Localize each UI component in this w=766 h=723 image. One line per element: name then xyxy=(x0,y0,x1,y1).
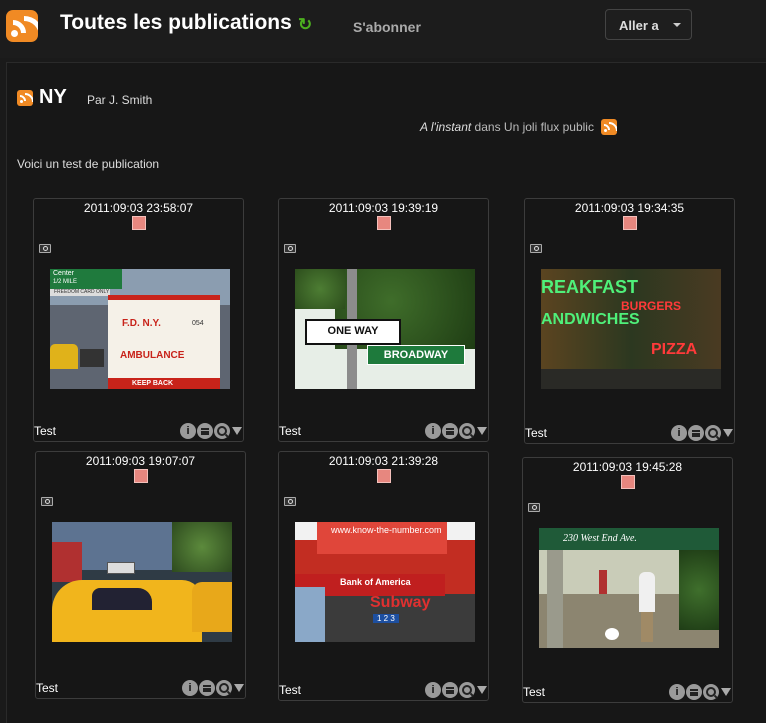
photo-card: 2011:09:03 23:58:07 Center 1/2 MILE FREE… xyxy=(33,198,244,442)
zoom-icon[interactable] xyxy=(214,423,230,439)
publication-author: Par J. Smith xyxy=(87,93,153,107)
menu-arrow-icon[interactable] xyxy=(721,688,731,696)
chevron-down-icon xyxy=(673,23,681,27)
photo-timestamp: 2011:09:03 19:39:19 xyxy=(328,201,439,215)
menu-arrow-icon[interactable] xyxy=(232,427,242,435)
photo-ambulance[interactable]: Center 1/2 MILE FREEDOM CARD ONLY F.D. N… xyxy=(50,269,230,389)
camera-icon xyxy=(284,497,296,506)
feed-name-link[interactable]: Un joli flux public xyxy=(504,120,594,134)
zoom-icon[interactable] xyxy=(459,682,475,698)
location-marker[interactable] xyxy=(621,475,635,489)
photo-broadway[interactable]: ONE WAY BROADWAY xyxy=(295,269,475,389)
zoom-icon[interactable] xyxy=(703,684,719,700)
photo-label: Test xyxy=(279,683,302,697)
list-icon[interactable] xyxy=(197,423,213,439)
publication-title[interactable]: NY xyxy=(39,86,67,109)
zoom-icon[interactable] xyxy=(705,425,721,441)
photo-timestamp: 2011:09:03 19:45:28 xyxy=(572,460,683,474)
info-icon[interactable]: i xyxy=(669,684,685,700)
camera-icon xyxy=(284,244,296,253)
page-title: Toutes les publications xyxy=(60,11,292,34)
top-bar: Toutes les publications ↻ S'abonner Alle… xyxy=(0,0,766,58)
list-icon[interactable] xyxy=(442,423,458,439)
photo-label: Test xyxy=(36,681,59,695)
photo-label: Test xyxy=(523,685,546,699)
zoom-icon[interactable] xyxy=(216,680,232,696)
photo-card: 2011:09:03 19:34:35 REAKFAST ANDWICHES B… xyxy=(524,198,735,444)
list-icon[interactable] xyxy=(686,684,702,700)
photo-subway[interactable]: www.know-the-number.com Bank of America … xyxy=(295,522,475,642)
info-icon[interactable]: i xyxy=(671,425,687,441)
photo-label: Test xyxy=(34,424,57,438)
ambulance-body: F.D. N.Y. 054 AMBULANCE KEEP BACK xyxy=(108,295,220,389)
camera-icon xyxy=(528,503,540,512)
photo-card: 2011:09:03 19:07:07 Test i xyxy=(35,451,246,699)
camera-icon xyxy=(39,244,51,253)
publication-meta: A l'instant dans Un joli flux public xyxy=(420,120,594,134)
photo-west-end[interactable]: 230 West End Ave. xyxy=(539,528,719,648)
info-icon[interactable]: i xyxy=(182,680,198,696)
location-marker[interactable] xyxy=(132,216,146,230)
photo-card: 2011:09:03 21:39:28 www.know-the-number.… xyxy=(278,451,489,701)
zoom-icon[interactable] xyxy=(459,423,475,439)
list-icon[interactable] xyxy=(442,682,458,698)
location-marker[interactable] xyxy=(623,216,637,230)
photo-storefront[interactable]: REAKFAST ANDWICHES BURGERS PIZZA xyxy=(541,269,721,389)
feed-rss-icon[interactable] xyxy=(601,119,617,135)
menu-arrow-icon[interactable] xyxy=(723,429,733,437)
publication-in: dans xyxy=(471,120,504,134)
camera-icon xyxy=(41,497,53,506)
photo-label: Test xyxy=(279,424,302,438)
photo-timestamp: 2011:09:03 19:34:35 xyxy=(574,201,685,215)
rss-logo-icon[interactable] xyxy=(6,10,38,42)
subscribe-button[interactable]: S'abonner xyxy=(353,19,421,35)
photo-timestamp: 2011:09:03 23:58:07 xyxy=(83,201,194,215)
photo-timestamp: 2011:09:03 21:39:28 xyxy=(328,454,439,468)
location-marker[interactable] xyxy=(134,469,148,483)
publication-text: Voici un test de publication xyxy=(17,157,160,171)
menu-arrow-icon[interactable] xyxy=(234,684,244,692)
photo-card: 2011:09:03 19:45:28 230 West End Ave. Te… xyxy=(522,457,733,703)
info-icon[interactable]: i xyxy=(180,423,196,439)
info-icon[interactable]: i xyxy=(425,423,441,439)
refresh-icon[interactable]: ↻ xyxy=(298,15,312,35)
list-icon[interactable] xyxy=(688,425,704,441)
location-marker[interactable] xyxy=(377,216,391,230)
photo-timestamp: 2011:09:03 19:07:07 xyxy=(85,454,196,468)
photo-label: Test xyxy=(525,426,548,440)
goto-dropdown[interactable]: Aller a xyxy=(605,9,692,40)
publication-time: A l'instant xyxy=(420,120,472,134)
photo-card: 2011:09:03 19:39:19 ONE WAY BROADWAY Tes… xyxy=(278,198,489,442)
goto-label: Aller a xyxy=(619,18,659,33)
location-marker[interactable] xyxy=(377,469,391,483)
camera-icon xyxy=(530,244,542,253)
list-icon[interactable] xyxy=(199,680,215,696)
menu-arrow-icon[interactable] xyxy=(477,686,487,694)
rss-icon xyxy=(17,90,33,106)
street-sign: Center 1/2 MILE xyxy=(50,269,122,289)
menu-arrow-icon[interactable] xyxy=(477,427,487,435)
photo-taxis[interactable] xyxy=(52,522,232,642)
info-icon[interactable]: i xyxy=(425,682,441,698)
